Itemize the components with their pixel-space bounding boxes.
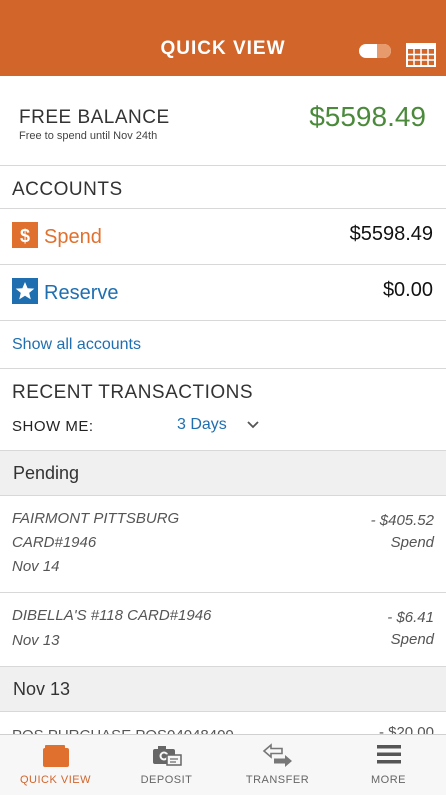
app-header: QUICK VIEW xyxy=(0,0,446,76)
transaction-description: POS PURCHASE POS04048400 xyxy=(12,724,234,734)
group-header-nov-13: Nov 13 xyxy=(0,667,446,711)
transaction-date: Nov 13 xyxy=(12,632,60,649)
accounts-title: ACCOUNTS xyxy=(12,179,123,200)
transaction-description: FAIRMONT PITTSBURG xyxy=(12,510,180,527)
calendar-icon[interactable] xyxy=(406,43,436,67)
toggle-icon[interactable] xyxy=(359,44,391,58)
transaction-amount: - $6.41 xyxy=(387,609,434,626)
tab-deposit[interactable]: DEPOSIT xyxy=(111,735,222,795)
account-name: Spend xyxy=(44,226,102,248)
filter-dropdown[interactable]: 3 Days xyxy=(177,416,227,434)
tab-label: TRANSFER xyxy=(245,774,310,786)
transaction-account: Spend xyxy=(390,631,434,648)
divider xyxy=(0,368,446,369)
show-me-label: SHOW ME: xyxy=(12,418,94,435)
group-label: Pending xyxy=(13,463,80,483)
free-balance-amount: $5598.49 xyxy=(309,101,426,132)
account-balance: $0.00 xyxy=(382,279,433,301)
recent-transactions-title: RECENT TRANSACTIONS xyxy=(12,382,254,403)
transaction-description-line2: CARD#1946 xyxy=(12,534,97,551)
free-balance-subtitle: Free to spend until Nov 24th xyxy=(19,130,158,142)
menu-icon xyxy=(376,745,401,764)
wallet-icon xyxy=(42,745,69,767)
camera-check-icon xyxy=(152,746,182,766)
tab-quick-view[interactable]: QUICK VIEW xyxy=(0,735,111,795)
transfer-arrows-icon xyxy=(262,743,292,767)
group-header-pending: Pending xyxy=(0,451,446,495)
account-balance: $5598.49 xyxy=(349,223,433,245)
divider xyxy=(0,320,446,321)
tab-bar: QUICK VIEW DEPOSIT TRANSFER MORE xyxy=(0,734,446,795)
tab-transfer[interactable]: TRANSFER xyxy=(222,735,333,795)
transaction-amount: - $20.00 xyxy=(378,724,434,734)
transaction-description: DIBELLA'S #118 CARD#1946 xyxy=(12,607,212,624)
tab-label: MORE xyxy=(371,774,406,786)
show-all-accounts-link[interactable]: Show all accounts xyxy=(12,336,141,354)
star-icon xyxy=(12,278,38,304)
group-label: Nov 13 xyxy=(13,679,71,699)
transaction-account: Spend xyxy=(390,534,434,551)
svg-text:$: $ xyxy=(20,226,30,246)
account-row-reserve[interactable]: Reserve $0.00 xyxy=(0,265,446,321)
transaction-amount: - $405.52 xyxy=(370,512,434,529)
transaction-row[interactable]: POS PURCHASE POS04048400 - $20.00 xyxy=(0,712,446,734)
dollar-icon: $ xyxy=(12,222,38,248)
tab-label: QUICK VIEW xyxy=(19,774,91,786)
transaction-date: Nov 14 xyxy=(12,558,60,575)
divider xyxy=(0,165,446,166)
account-name: Reserve xyxy=(44,282,119,304)
free-balance-title: FREE BALANCE xyxy=(19,107,170,128)
tab-label: DEPOSIT xyxy=(140,774,193,786)
chevron-down-icon[interactable] xyxy=(246,420,260,430)
account-row-spend[interactable]: $ Spend $5598.49 xyxy=(0,209,446,265)
transaction-row[interactable]: FAIRMONT PITTSBURG CARD#1946 Nov 14 - $4… xyxy=(0,496,446,583)
transaction-row[interactable]: DIBELLA'S #118 CARD#1946 Nov 13 - $6.41 … xyxy=(0,593,446,667)
tab-more[interactable]: MORE xyxy=(333,735,444,795)
